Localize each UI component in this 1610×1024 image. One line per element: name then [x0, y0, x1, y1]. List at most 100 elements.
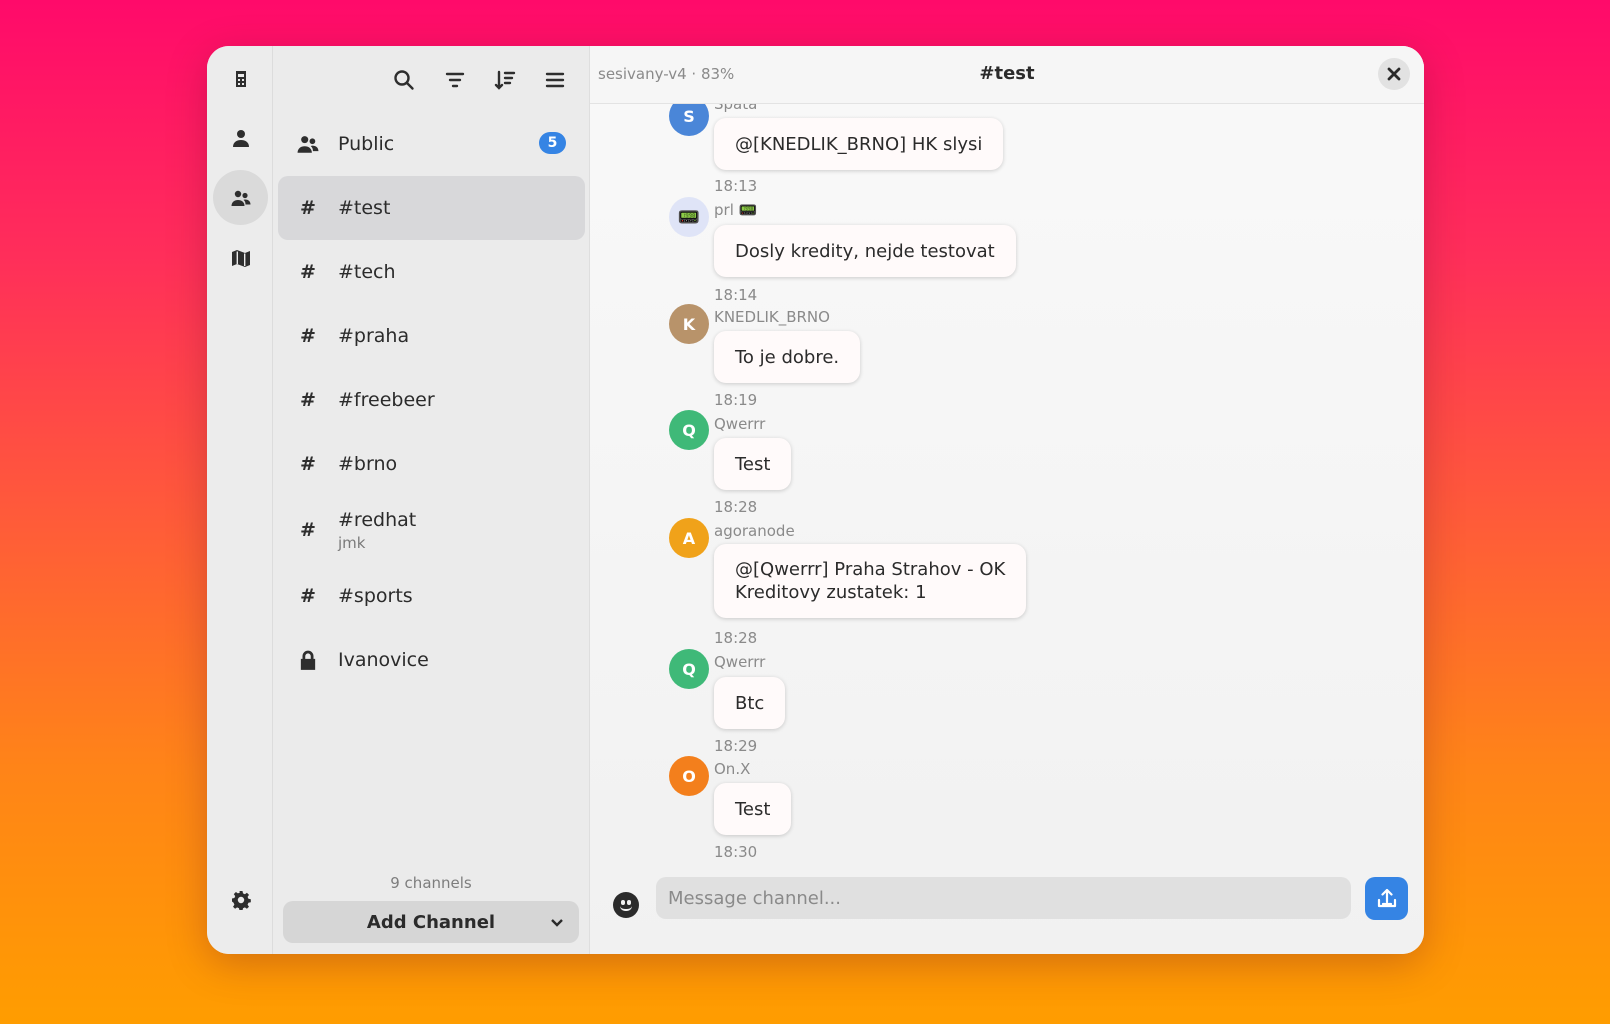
people-icon: [231, 190, 250, 206]
chat-panel: S Spata @[KNEDLIK_BRNO] HK slysi 18:13 📟…: [590, 46, 1424, 954]
message-sender: Qwerrr: [714, 415, 766, 433]
smiley-icon: [620, 906, 632, 911]
channel-name: #praha: [338, 325, 410, 347]
message-bubble: @[KNEDLIK_BRNO] HK slysi: [714, 118, 1004, 170]
hamburger-menu-icon: [545, 72, 565, 88]
hash-icon: #: [300, 585, 316, 607]
channel-name: #freebeer: [338, 389, 435, 411]
rail-channels-button[interactable]: [213, 170, 268, 225]
channel-count: 9 channels: [390, 874, 472, 892]
channel-name: #brno: [338, 453, 398, 475]
message-sender: agoranode: [714, 522, 795, 540]
search-button[interactable]: [386, 62, 422, 98]
avatar[interactable]: Q: [669, 410, 709, 450]
page-title: #test: [979, 63, 1035, 84]
filter-icon: [445, 72, 465, 88]
send-button[interactable]: [1365, 877, 1408, 920]
rail-contacts-button[interactable]: [213, 110, 268, 165]
message-time: 18:30: [714, 843, 758, 861]
add-channel-label: Add Channel: [366, 911, 496, 933]
avatar[interactable]: A: [669, 518, 709, 558]
app-window: Public 5 # #test # #tech # #praha # #fre…: [207, 46, 1424, 954]
channel-item-public[interactable]: Public 5: [278, 112, 585, 176]
message-sender: Qwerrr: [714, 653, 766, 671]
message-list[interactable]: S Spata @[KNEDLIK_BRNO] HK slysi 18:13 📟…: [590, 46, 1424, 874]
hash-icon: #: [300, 519, 316, 541]
message-time: 18:29: [714, 737, 758, 755]
channel-list: Public 5 # #test # #tech # #praha # #fre…: [278, 112, 585, 692]
person-icon: [232, 129, 249, 147]
avatar[interactable]: 📟: [669, 197, 709, 237]
hash-icon: #: [300, 453, 316, 475]
message-composer: [590, 874, 1424, 954]
channel-item-sports[interactable]: # #sports: [278, 564, 585, 628]
message-text: Btc: [735, 692, 765, 714]
channel-item-freebeer[interactable]: # #freebeer: [278, 368, 585, 432]
message-time: 18:28: [714, 498, 758, 516]
channel-name: #redhat: [338, 508, 417, 531]
navigation-rail: [207, 46, 273, 954]
gear-icon: [231, 890, 251, 910]
close-button[interactable]: [1378, 58, 1410, 90]
channel-name: #tech: [338, 261, 396, 283]
message-bubble: Btc: [714, 677, 786, 729]
rail-settings-button[interactable]: [213, 872, 268, 927]
chat-header: sesivany-v4 · 83% #test: [590, 46, 1424, 104]
channel-item-brno[interactable]: # #brno: [278, 432, 585, 496]
message-sender: prl 📟: [714, 201, 758, 219]
lock-icon: [300, 650, 316, 670]
radio-device-icon: [235, 70, 246, 87]
message-text: Test: [735, 453, 771, 475]
message-text: @[Qwerrr] Praha Strahov - OK: [735, 559, 1006, 580]
avatar[interactable]: K: [669, 304, 709, 344]
channel-last-sender: jmk: [338, 533, 366, 552]
message-bubble: Test: [714, 438, 792, 490]
message-sender: KNEDLIK_BRNO: [714, 308, 830, 326]
message-text: Test: [735, 798, 771, 820]
unread-badge: 5: [539, 132, 566, 154]
message-bubble: Test: [714, 783, 792, 835]
channel-sidebar: Public 5 # #test # #tech # #praha # #fre…: [273, 46, 590, 954]
channel-item-ivanovice[interactable]: Ivanovice: [278, 628, 585, 692]
avatar[interactable]: O: [669, 756, 709, 796]
message-sender: On.X: [714, 760, 751, 778]
channel-item-praha[interactable]: # #praha: [278, 304, 585, 368]
channel-name: Ivanovice: [338, 649, 429, 671]
message-text: To je dobre.: [735, 346, 840, 368]
message-bubble: @[Qwerrr] Praha Strahov - OK Kreditovy z…: [714, 544, 1027, 618]
channel-name: Public: [338, 133, 395, 155]
message-text: @[KNEDLIK_BRNO] HK slysi: [735, 133, 983, 155]
message-text: Dosly kredity, nejde testovat: [735, 240, 995, 262]
rail-radio-button[interactable]: [213, 50, 268, 105]
search-icon: [394, 70, 414, 90]
hash-icon: #: [300, 197, 316, 219]
map-icon: [231, 249, 250, 267]
channel-item-tech[interactable]: # #tech: [278, 240, 585, 304]
close-icon: [1387, 67, 1401, 81]
channel-item-test[interactable]: # #test: [278, 176, 585, 240]
channel-name: #test: [338, 197, 391, 219]
message-text-line2: Kreditovy zustatek: 1: [735, 582, 927, 603]
filter-button[interactable]: [437, 62, 473, 98]
message-time: 18:13: [714, 177, 758, 195]
hash-icon: #: [300, 325, 316, 347]
rail-map-button[interactable]: [213, 230, 268, 285]
avatar[interactable]: Q: [669, 649, 709, 689]
message-bubble: To je dobre.: [714, 331, 861, 383]
hash-icon: #: [300, 389, 316, 411]
sort-icon: [494, 70, 516, 90]
add-channel-button[interactable]: Add Channel: [283, 901, 579, 943]
chevron-down-icon[interactable]: [547, 912, 567, 932]
send-upload-icon: [1377, 888, 1396, 907]
message-time: 18:28: [714, 629, 758, 647]
menu-button[interactable]: [537, 62, 573, 98]
message-time: 18:14: [714, 286, 758, 304]
message-time: 18:19: [714, 391, 758, 409]
message-bubble: Dosly kredity, nejde testovat: [714, 225, 1016, 277]
people-icon: [297, 136, 319, 153]
hash-icon: #: [300, 261, 316, 283]
emoji-button[interactable]: [613, 892, 639, 918]
sort-button[interactable]: [487, 62, 523, 98]
channel-item-redhat[interactable]: # #redhat jmk: [278, 496, 585, 564]
message-input[interactable]: [656, 877, 1351, 919]
